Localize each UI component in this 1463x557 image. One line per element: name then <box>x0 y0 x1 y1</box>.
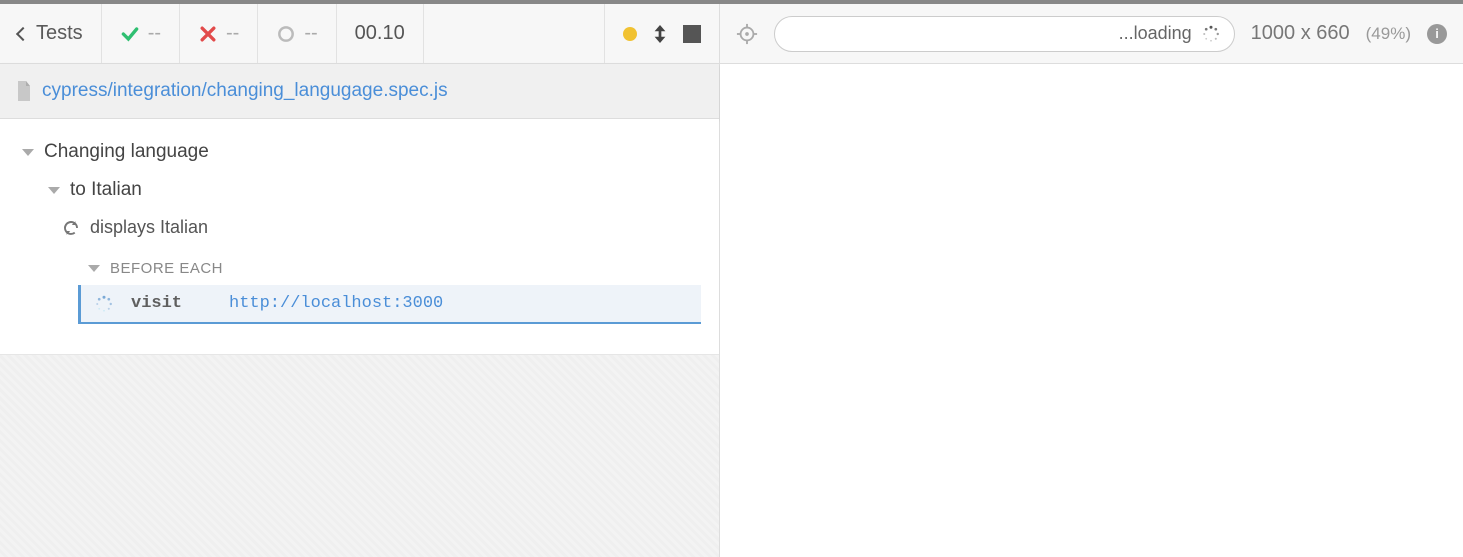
pending-count: -- <box>304 22 317 45</box>
circle-icon <box>276 24 296 44</box>
selector-playground-icon[interactable] <box>736 23 758 45</box>
reporter-empty-area <box>0 355 719 557</box>
chevron-left-icon <box>16 26 30 40</box>
stat-pending: -- <box>258 4 336 63</box>
command-log: BEFORE EACH visit http://localhost:3000 <box>78 252 701 324</box>
timer-value: 00.10 <box>355 22 405 45</box>
auto-scroll-icon[interactable] <box>651 23 669 45</box>
test-tree: Changing language to Italian displays It… <box>0 119 719 355</box>
hook-label: BEFORE EACH <box>110 260 223 277</box>
spinner-icon <box>95 295 113 313</box>
reporter-toolbar: Tests -- -- -- 00.10 <box>0 4 719 64</box>
tests-label: Tests <box>36 22 83 45</box>
check-icon <box>120 24 140 44</box>
suite-title: Changing language <box>44 141 209 163</box>
command-row[interactable]: visit http://localhost:3000 <box>78 285 701 324</box>
file-icon <box>16 81 32 101</box>
preview-header: ...loading 1000 x 660 (49%) i <box>720 4 1463 64</box>
failed-count: -- <box>226 22 239 45</box>
hook-header[interactable]: BEFORE EACH <box>78 252 701 285</box>
context-title: to Italian <box>70 179 142 201</box>
toolbar-spacer <box>424 4 605 63</box>
test-row[interactable]: displays Italian <box>0 209 719 246</box>
loading-label: ...loading <box>1119 23 1192 44</box>
spec-file-bar[interactable]: cypress/integration/changing_langugage.s… <box>0 64 719 119</box>
viewport-dimensions: 1000 x 660 <box>1251 22 1350 45</box>
reporter-panel: Tests -- -- -- 00.10 <box>0 4 720 557</box>
stat-passed: -- <box>102 4 180 63</box>
chevron-down-icon <box>22 149 34 156</box>
command-name: visit <box>131 294 211 313</box>
app-preview-panel: ...loading 1000 x 660 (49%) i <box>720 4 1463 557</box>
timer-cell: 00.10 <box>337 4 424 63</box>
context-row[interactable]: to Italian <box>0 171 719 209</box>
suite-row[interactable]: Changing language <box>0 133 719 171</box>
chevron-down-icon <box>88 265 100 272</box>
status-dot-icon <box>623 27 637 41</box>
cypress-runner: Tests -- -- -- 00.10 <box>0 0 1463 557</box>
stat-failed: -- <box>180 4 258 63</box>
test-title: displays Italian <box>90 217 208 238</box>
running-icon <box>62 219 80 237</box>
info-icon[interactable]: i <box>1427 24 1447 44</box>
x-icon <box>198 24 218 44</box>
spec-file-path: cypress/integration/changing_langugage.s… <box>42 80 448 102</box>
command-arg: http://localhost:3000 <box>229 294 443 313</box>
back-to-tests[interactable]: Tests <box>0 4 102 63</box>
url-bar[interactable]: ...loading <box>774 16 1235 52</box>
url-input[interactable] <box>789 25 1109 43</box>
toolbar-controls <box>605 4 719 63</box>
spinner-icon <box>1202 25 1220 43</box>
stop-button[interactable] <box>683 25 701 43</box>
viewport-scale: (49%) <box>1366 24 1411 44</box>
passed-count: -- <box>148 22 161 45</box>
app-iframe-area[interactable] <box>720 64 1463 557</box>
chevron-down-icon <box>48 187 60 194</box>
